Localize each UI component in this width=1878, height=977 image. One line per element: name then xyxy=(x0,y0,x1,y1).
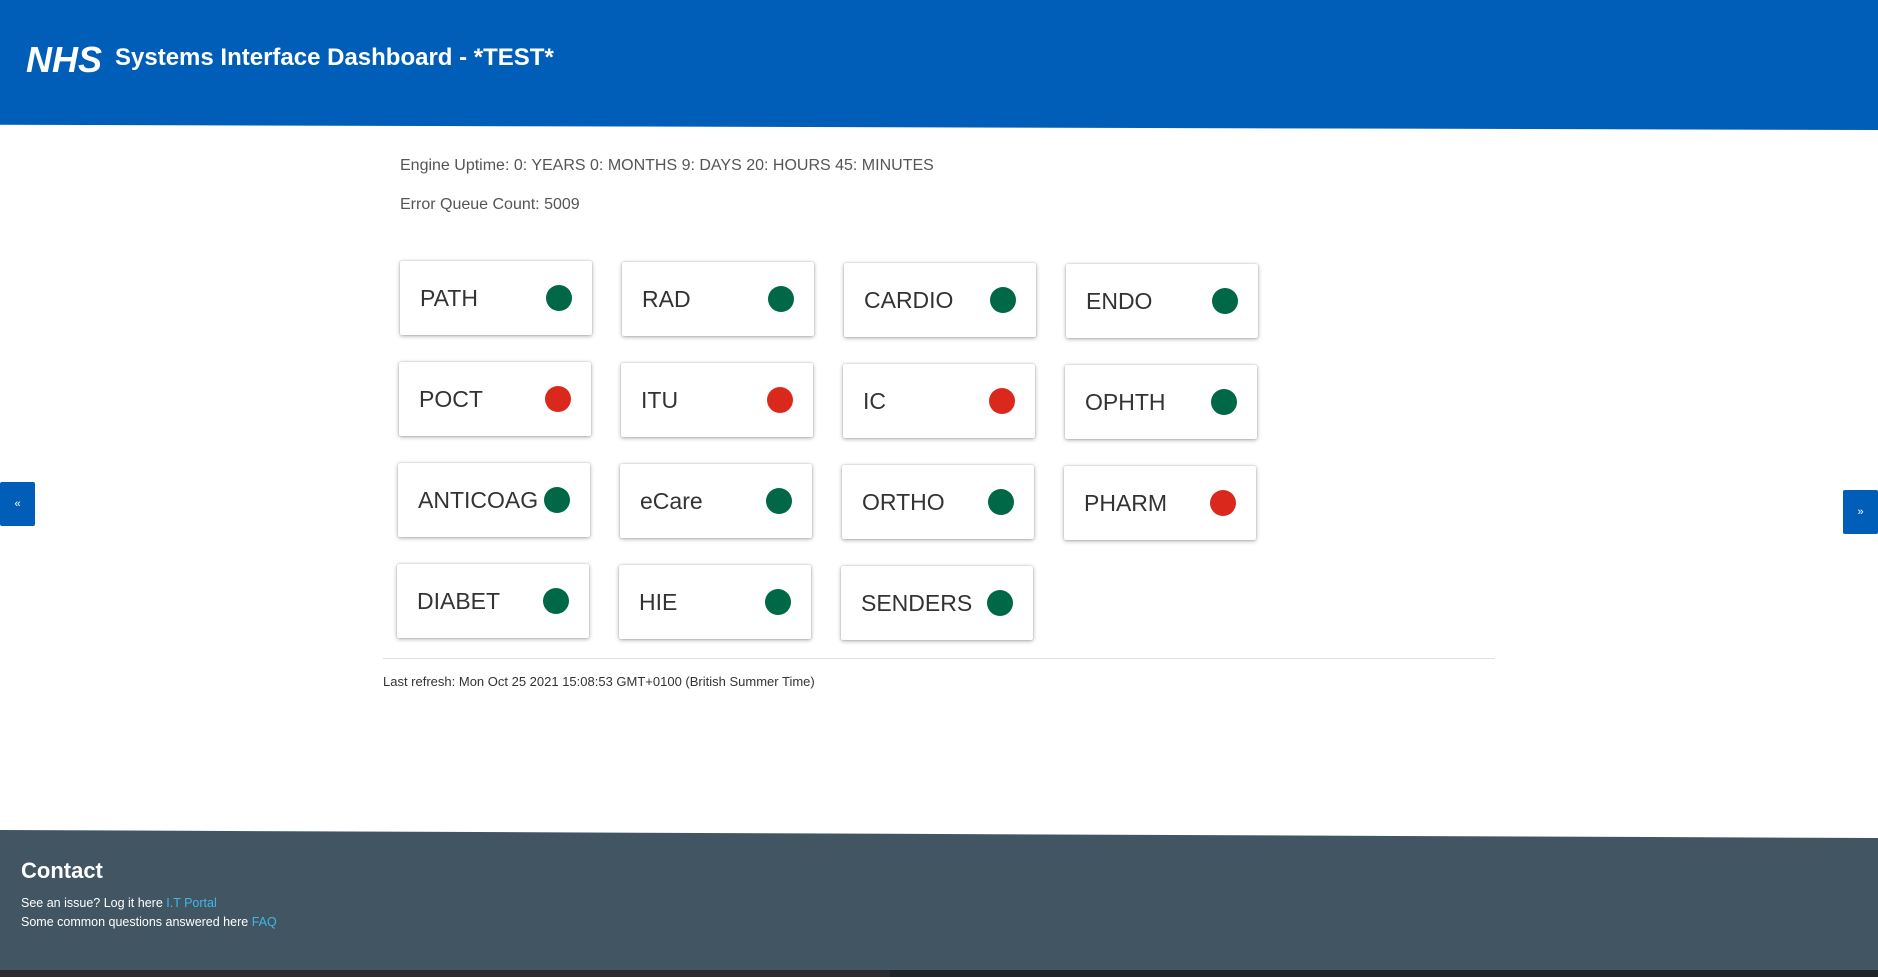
error-queue-count: Error Queue Count: 5009 xyxy=(400,196,580,213)
interface-tile-label: SENDERS xyxy=(861,590,973,616)
status-indicator-icon xyxy=(1211,389,1237,415)
status-indicator-icon xyxy=(544,487,570,513)
interface-tile-label: OPHTH xyxy=(1085,389,1166,415)
status-indicator-icon xyxy=(765,589,791,615)
status-indicator-icon xyxy=(1210,490,1236,516)
interface-tile-label: POCT xyxy=(419,386,483,412)
page-title: Systems Interface Dashboard - *TEST* xyxy=(115,44,554,71)
interface-tile-label: ORTHO xyxy=(862,489,945,515)
engine-uptime: Engine Uptime: 0: YEARS 0: MONTHS 9: DAY… xyxy=(400,157,934,174)
divider xyxy=(383,658,1495,659)
interface-tile[interactable]: PHARM xyxy=(1064,466,1256,540)
status-indicator-icon xyxy=(768,286,794,312)
interface-tile[interactable]: RAD xyxy=(622,262,814,336)
status-indicator-icon xyxy=(990,287,1016,313)
footer-issue-text: See an issue? Log it here xyxy=(21,896,167,910)
interface-tile[interactable]: PATH xyxy=(400,261,592,335)
interface-tile[interactable]: ANTICOAG xyxy=(398,463,590,537)
status-indicator-icon xyxy=(988,489,1014,515)
footer-faq-line: Some common questions answered here FAQ xyxy=(21,914,277,930)
interface-tile-label: IC xyxy=(863,388,886,414)
faq-link[interactable]: FAQ xyxy=(252,915,277,929)
interface-tile-label: DIABET xyxy=(417,588,501,614)
interface-tile[interactable]: ENDO xyxy=(1066,264,1258,338)
footer xyxy=(0,830,1878,977)
interface-tile-label: RAD xyxy=(642,286,691,312)
interface-tile[interactable]: DIABET xyxy=(397,564,589,638)
interface-tile-label: HIE xyxy=(639,589,678,615)
it-portal-link[interactable]: I.T Portal xyxy=(166,896,216,910)
status-indicator-icon xyxy=(1212,288,1238,314)
interface-tile[interactable]: eCare xyxy=(620,464,812,538)
status-indicator-icon xyxy=(543,588,569,614)
interface-tile[interactable]: IC xyxy=(843,364,1035,438)
footer-faq-text: Some common questions answered here xyxy=(21,915,252,929)
last-refresh-timestamp: Last refresh: Mon Oct 25 2021 15:08:53 G… xyxy=(383,674,815,689)
status-indicator-icon xyxy=(766,488,792,514)
footer-issue-line: See an issue? Log it here I.T Portal xyxy=(21,895,217,911)
next-page-button[interactable]: » xyxy=(1843,490,1878,534)
dashboard-page: NHS Systems Interface Dashboard - *TEST*… xyxy=(0,0,1878,977)
interface-tile[interactable]: HIE xyxy=(619,565,811,639)
interface-tile-label: ENDO xyxy=(1086,288,1153,314)
status-indicator-icon xyxy=(545,386,571,412)
interface-tile-label: eCare xyxy=(640,488,703,514)
interface-tile[interactable]: ORTHO xyxy=(842,465,1034,539)
interface-tile[interactable]: OPHTH xyxy=(1065,365,1257,439)
footer-contact-heading: Contact xyxy=(21,858,103,883)
interface-tile-label: ANTICOAG xyxy=(418,487,539,513)
interface-tile-label: CARDIO xyxy=(864,287,954,313)
interface-tile[interactable]: ITU xyxy=(621,363,813,437)
interface-tile[interactable]: SENDERS xyxy=(841,566,1033,640)
status-indicator-icon xyxy=(546,285,572,311)
interface-tile-label: PHARM xyxy=(1084,490,1168,516)
bottom-edge-strip xyxy=(890,970,1878,977)
interface-tile[interactable]: CARDIO xyxy=(844,263,1036,337)
status-indicator-icon xyxy=(989,388,1015,414)
status-indicator-icon xyxy=(987,590,1013,616)
previous-page-button[interactable]: « xyxy=(0,482,35,526)
interface-tile-label: PATH xyxy=(420,285,478,311)
nhs-logo[interactable]: NHS xyxy=(26,38,102,82)
status-indicator-icon xyxy=(767,387,793,413)
interface-tile[interactable]: POCT xyxy=(399,362,591,436)
interface-tile-label: ITU xyxy=(641,387,679,413)
